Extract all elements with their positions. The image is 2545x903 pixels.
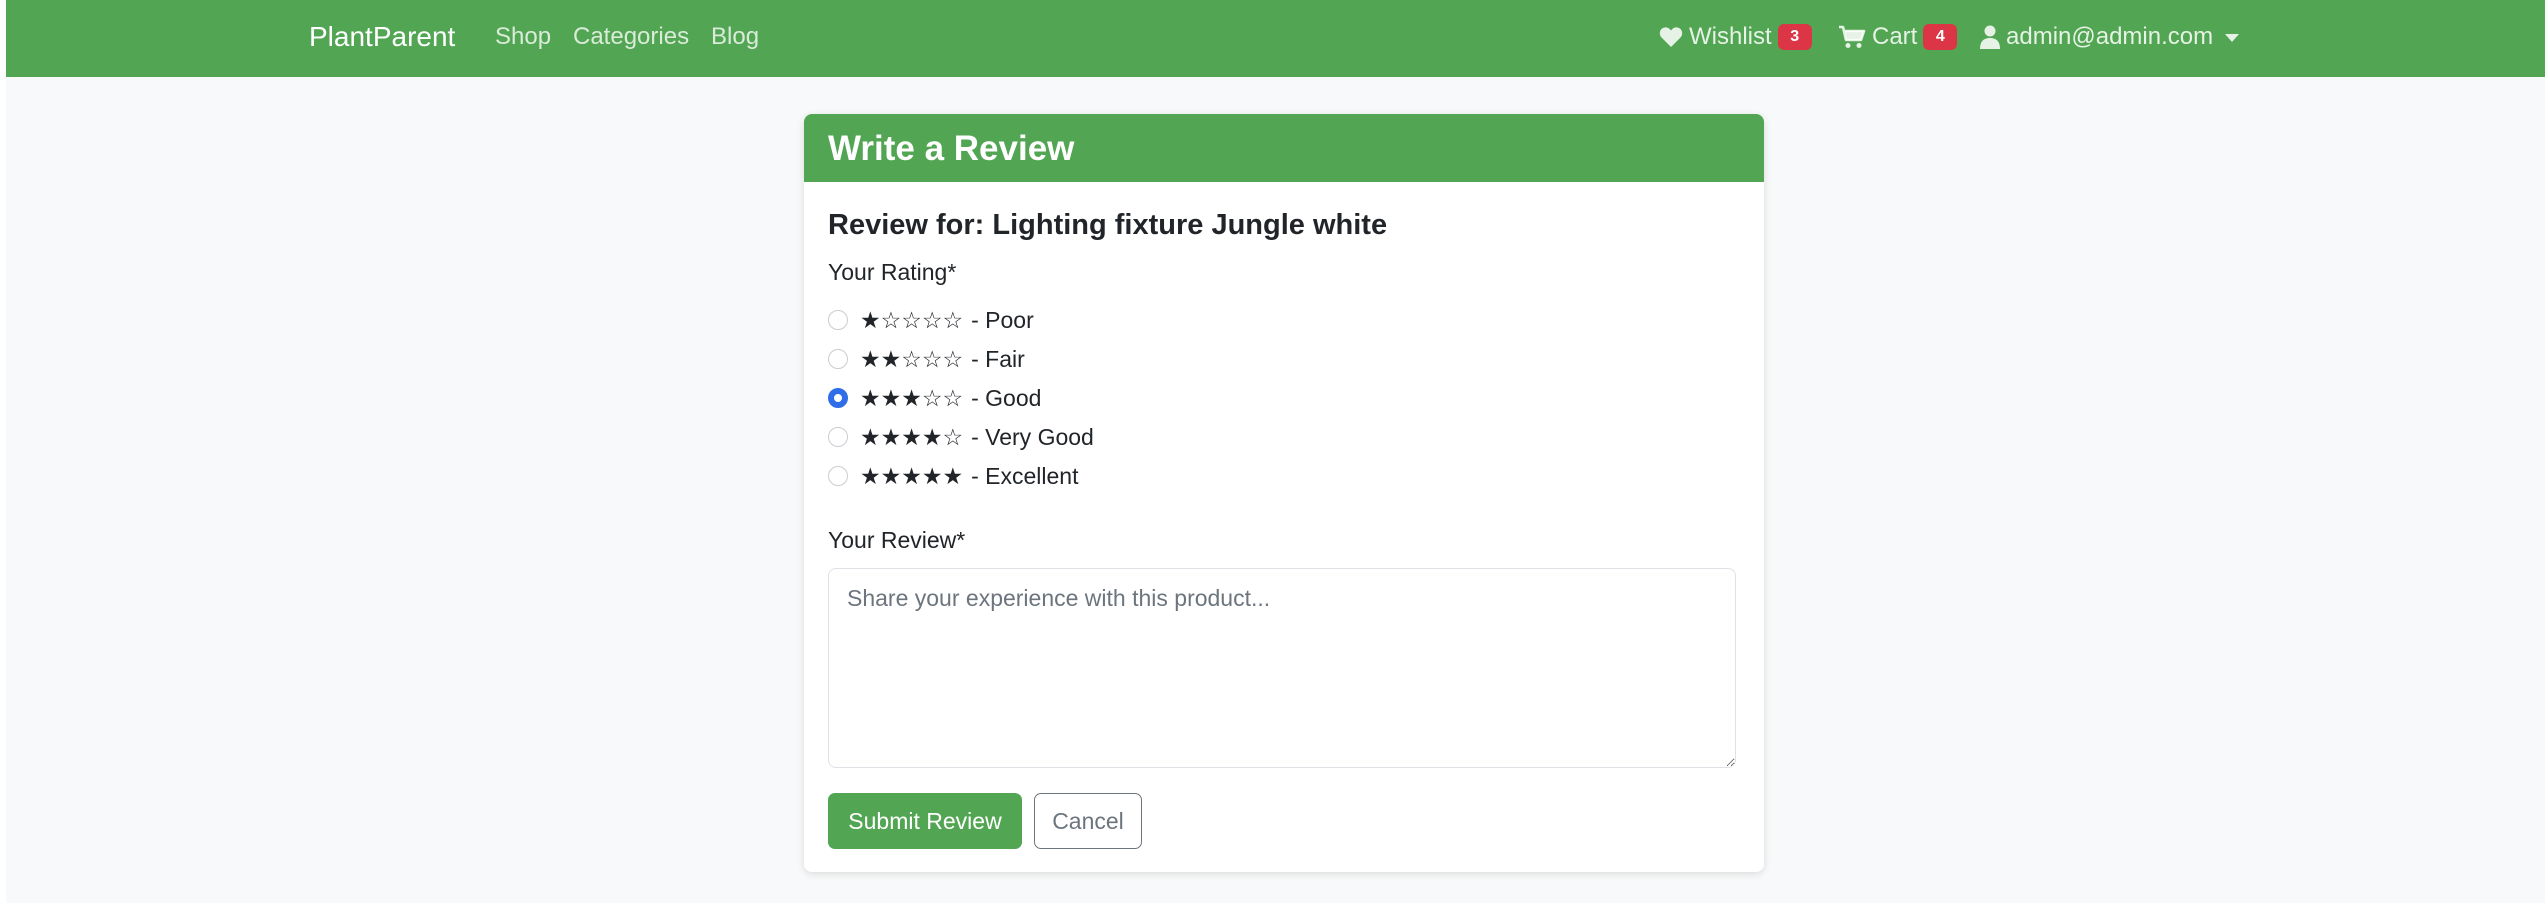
review-product-title: Review for: Lighting fixture Jungle whit…: [828, 209, 1388, 241]
user-email: admin@admin.com: [2006, 23, 2214, 50]
rating-option-fair[interactable]: ★★☆☆☆ - Fair: [828, 342, 1025, 376]
review-label: Your Review*: [828, 527, 966, 553]
brand-logo-link[interactable]: PlantParent: [309, 18, 455, 56]
rating-radio-selected[interactable]: [828, 388, 848, 408]
wishlist-link[interactable]: Wishlist 3: [1659, 21, 1812, 53]
rating-option-label: - Very Good: [971, 423, 1094, 450]
submit-review-button[interactable]: Submit Review: [828, 793, 1022, 849]
rating-radio[interactable]: [828, 427, 848, 447]
rating-stars: ★☆☆☆☆: [860, 306, 964, 333]
cart-icon: [1839, 25, 1866, 48]
nav-link-categories[interactable]: Categories: [573, 21, 689, 53]
wishlist-count-badge: 3: [1777, 24, 1812, 50]
rating-radio[interactable]: [828, 310, 848, 330]
page: PlantParent Shop Categories Blog Wishlis…: [6, 0, 2545, 903]
rating-stars: ★★★★☆: [860, 423, 964, 450]
cart-link[interactable]: Cart 4: [1838, 21, 1958, 53]
rating-option-label: - Excellent: [971, 462, 1079, 489]
rating-option-good[interactable]: ★★★☆☆ - Good: [828, 381, 1041, 415]
navbar: PlantParent Shop Categories Blog Wishlis…: [6, 0, 2545, 77]
rating-stars: ★★★☆☆: [860, 384, 964, 411]
rating-option-label: - Fair: [971, 345, 1025, 372]
rating-stars: ★★☆☆☆: [860, 345, 964, 372]
cart-label: Cart: [1872, 23, 1918, 50]
review-textarea[interactable]: [828, 568, 1736, 768]
rating-radio[interactable]: [828, 349, 848, 369]
user-menu-toggle[interactable]: admin@admin.com: [1980, 21, 2240, 53]
nav-link-blog[interactable]: Blog: [711, 21, 759, 53]
chevron-down-icon: [2225, 34, 2240, 42]
rating-option-excellent[interactable]: ★★★★★ - Excellent: [828, 459, 1078, 493]
rating-option-label: - Good: [971, 384, 1042, 411]
rating-label: Your Rating*: [828, 259, 957, 285]
review-card: Write a Review Review for: Lighting fixt…: [804, 114, 1764, 872]
rating-option-label: - Poor: [971, 306, 1034, 333]
rating-radio[interactable]: [828, 466, 848, 486]
cancel-button[interactable]: Cancel: [1034, 793, 1142, 849]
card-title: Write a Review: [828, 129, 1075, 168]
wishlist-label: Wishlist: [1689, 23, 1772, 50]
heart-icon: [1659, 27, 1683, 47]
card-header: Write a Review: [804, 114, 1764, 182]
rating-option-poor[interactable]: ★☆☆☆☆ - Poor: [828, 303, 1034, 337]
rating-option-very-good[interactable]: ★★★★☆ - Very Good: [828, 420, 1094, 454]
nav-link-shop[interactable]: Shop: [495, 21, 551, 53]
cart-count-badge: 4: [1923, 24, 1958, 50]
user-icon: [1980, 25, 2000, 49]
rating-stars: ★★★★★: [860, 462, 964, 489]
